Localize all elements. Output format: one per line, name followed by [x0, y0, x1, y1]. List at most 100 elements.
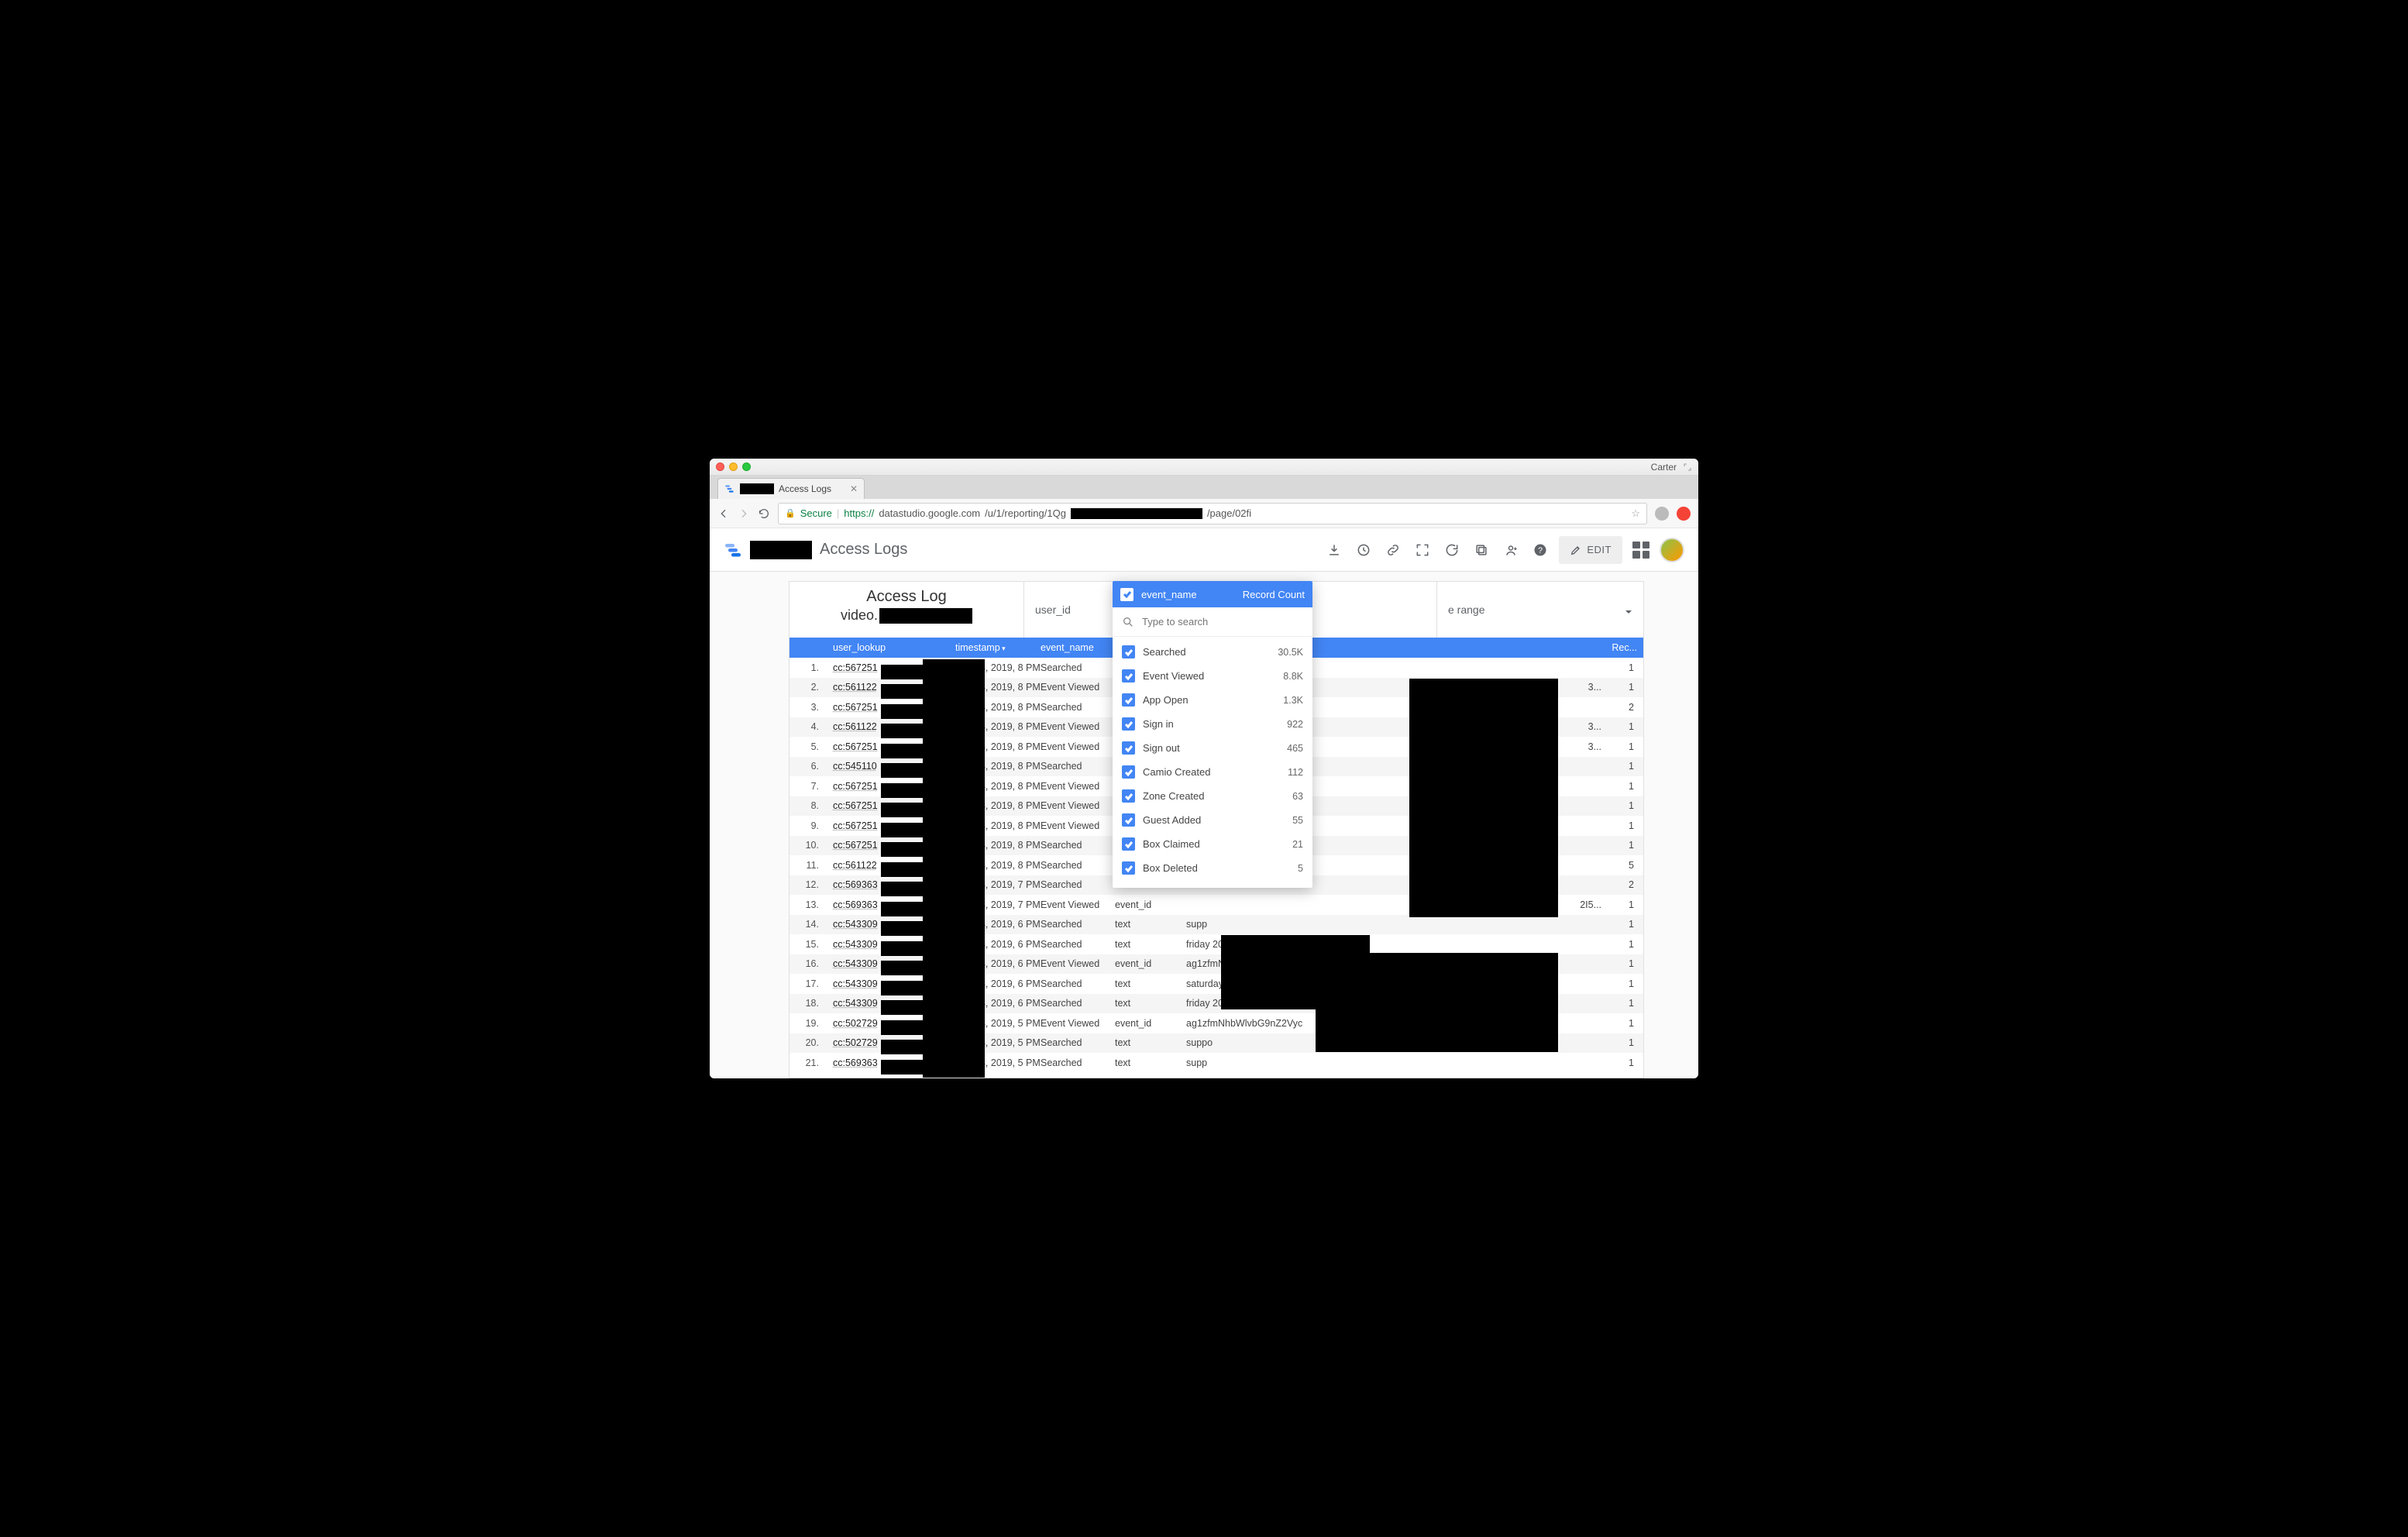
row-index: 2. [789, 682, 830, 693]
copy-icon[interactable] [1471, 539, 1492, 561]
dropdown-item[interactable]: Sign in922 [1113, 712, 1312, 736]
avatar[interactable] [1660, 538, 1684, 562]
row-index: 1. [789, 662, 830, 673]
report-title: Access Log [799, 588, 1014, 606]
checkbox[interactable] [1122, 693, 1135, 707]
address-input[interactable]: 🔒 Secure | https://datastudio.google.com… [778, 503, 1647, 524]
cell-record-count: 1 [1606, 800, 1643, 811]
th-event[interactable]: event_name [1041, 642, 1115, 653]
nav-back-icon[interactable] [717, 507, 730, 520]
cell-properties: text [1115, 939, 1186, 950]
cell-event: Searched [1041, 860, 1115, 871]
checkbox[interactable] [1122, 813, 1135, 827]
row-index: 12. [789, 879, 830, 890]
link-icon[interactable] [1382, 539, 1404, 561]
checkbox[interactable] [1122, 861, 1135, 875]
cell-record-count: 1 [1606, 741, 1643, 752]
refresh-icon[interactable] [1441, 539, 1463, 561]
cell-record-count: 1 [1606, 998, 1643, 1009]
nav-forward-icon[interactable] [738, 507, 750, 520]
dropdown-item[interactable]: Camio Created112 [1113, 760, 1312, 784]
history-icon[interactable] [1353, 539, 1374, 561]
extension-icon[interactable] [1677, 507, 1691, 521]
row-index: 3. [789, 702, 830, 713]
th-lookup[interactable]: user_lookup [830, 642, 955, 653]
dropdown-item-label: Box Claimed [1143, 838, 1200, 850]
table-row[interactable]: 14.cc:5433091Feb 23, 2019, 6 PMSearchedt… [789, 915, 1643, 935]
table-row[interactable]: 21.cc:5693634Feb 23, 2019, 5 PMSearchedt… [789, 1053, 1643, 1073]
dropdown-item-count: 5 [1298, 863, 1303, 874]
dropdown-item[interactable]: App Open1.3K [1113, 688, 1312, 712]
dropdown-item-label: Box Deleted [1143, 862, 1198, 874]
table-row[interactable]: 15.cc:5433091Feb 23, 2019, 6 PMSearchedt… [789, 934, 1643, 954]
cell-record-count: 1 [1606, 721, 1643, 732]
help-icon[interactable]: ? [1529, 539, 1551, 561]
page-title: Access Logs [820, 541, 907, 559]
mac-profile-label: Carter [1651, 462, 1677, 473]
redacted-block [1316, 953, 1558, 1052]
url-path-1: /u/1/reporting/1Qg [985, 507, 1066, 519]
dropdown-item[interactable]: Zone Created63 [1113, 784, 1312, 808]
dropdown-item[interactable]: Guest Added55 [1113, 808, 1312, 832]
select-all-checkbox[interactable] [1120, 588, 1133, 601]
checkbox[interactable] [1122, 645, 1135, 658]
cell-record-count: 2 [1606, 879, 1643, 890]
cell-event: Event Viewed [1041, 800, 1115, 811]
redacted-block [750, 541, 812, 559]
checkbox[interactable] [1122, 741, 1135, 755]
apps-grid-icon[interactable] [1630, 539, 1652, 561]
secure-label: Secure [800, 507, 832, 519]
dropdown-item[interactable]: Searched30.5K [1113, 640, 1312, 664]
checkbox[interactable] [1122, 717, 1135, 731]
url-host: datastudio.google.com [879, 507, 980, 519]
fullscreen-icon[interactable] [1412, 539, 1433, 561]
datastudio-logo-icon[interactable] [724, 541, 742, 559]
th-record-count[interactable]: Rec... [1606, 642, 1643, 653]
checkbox[interactable] [1122, 789, 1135, 803]
cell-properties: text [1115, 978, 1186, 989]
mac-minimize-button[interactable] [729, 462, 738, 471]
dropdown-item[interactable]: Box Deleted 5 [1113, 856, 1312, 880]
th-timestamp[interactable]: timestamp [955, 642, 1041, 653]
checkbox[interactable] [1122, 669, 1135, 683]
cell-event: Event Viewed [1041, 741, 1115, 752]
cell-event: Searched [1041, 662, 1115, 673]
svg-text:?: ? [1538, 546, 1543, 555]
nav-reload-icon[interactable] [758, 507, 770, 520]
cell-record-count: 1 [1606, 761, 1643, 772]
app-header: Access Logs ? EDIT [710, 528, 1698, 572]
cell-event: Searched [1041, 978, 1115, 989]
cell-event: Searched [1041, 702, 1115, 713]
checkbox[interactable] [1122, 765, 1135, 779]
cell-record-count: 1 [1606, 1037, 1643, 1048]
bookmark-star-icon[interactable]: ☆ [1631, 507, 1640, 520]
mac-close-button[interactable] [716, 462, 724, 471]
checkbox[interactable] [1122, 837, 1135, 851]
cell-record-count: 1 [1606, 840, 1643, 851]
cell-record-count: 1 [1606, 682, 1643, 693]
row-index: 6. [789, 761, 830, 772]
date-range-filter[interactable]: e range [1436, 582, 1643, 638]
mac-zoom-button[interactable] [742, 462, 751, 471]
cell-properties: event_id [1115, 899, 1186, 910]
dropdown-item[interactable]: Event Viewed8.8K [1113, 664, 1312, 688]
mac-expand-icon[interactable] [1683, 462, 1692, 472]
dropdown-search-input[interactable] [1142, 616, 1303, 628]
dropdown-item-count: 922 [1287, 719, 1303, 730]
share-person-icon[interactable] [1500, 539, 1522, 561]
row-index: 11. [789, 860, 830, 871]
extension-icon[interactable] [1655, 507, 1669, 521]
tab-close-icon[interactable]: ✕ [850, 483, 858, 494]
edit-button[interactable]: EDIT [1559, 536, 1622, 564]
dropdown-item-count: 465 [1287, 743, 1303, 754]
download-icon[interactable] [1323, 539, 1345, 561]
dropdown-item-label: Sign out [1143, 742, 1180, 754]
cell-event: Event Viewed [1041, 1018, 1115, 1029]
dropdown-item[interactable]: Sign out 465 [1113, 736, 1312, 760]
cell-properties: text [1115, 1037, 1186, 1048]
dropdown-item-label: Event Viewed [1143, 670, 1204, 682]
browser-tab[interactable]: Access Logs ✕ [717, 478, 865, 499]
dropdown-item[interactable]: Box Claimed21 [1113, 832, 1312, 856]
dropdown-list: Searched30.5KEvent Viewed8.8KApp Open1.3… [1113, 637, 1312, 888]
cell-event: Searched [1041, 1057, 1115, 1068]
